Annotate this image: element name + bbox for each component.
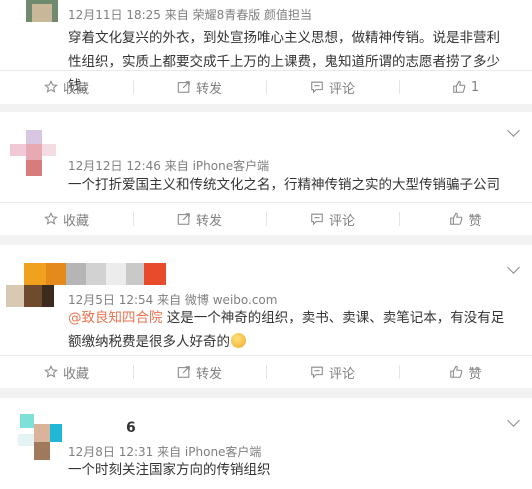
repost-button[interactable]: 转发 bbox=[133, 71, 266, 103]
repost-icon bbox=[177, 213, 190, 225]
like-label: 赞 bbox=[468, 366, 482, 382]
like-label: 赞 bbox=[468, 213, 482, 229]
like-button[interactable]: 赞 bbox=[399, 203, 532, 235]
comment-icon bbox=[311, 213, 323, 226]
star-icon bbox=[44, 212, 58, 225]
post-text: @致良知四合院 这是一个神奇的组织，卖书、卖课、卖笔记本，有没有足额缴纳税费是很… bbox=[68, 306, 508, 354]
avatar[interactable] bbox=[6, 285, 54, 307]
smirk-emoji-icon bbox=[231, 333, 246, 348]
chevron-down-icon[interactable] bbox=[507, 261, 520, 274]
chevron-down-icon[interactable] bbox=[507, 124, 520, 137]
comment-button[interactable]: 评论 bbox=[266, 71, 399, 103]
weibo-comment-card: 12月12日 12:46 来自 iPhone客户端 一个打折爱国主义和传统文化之… bbox=[0, 112, 532, 235]
like-button[interactable]: 1 bbox=[399, 71, 532, 103]
comment-label: 评论 bbox=[328, 366, 355, 382]
weibo-comment-card: 6 12月8日 12:31 来自 iPhone客户端 一个时刻关注国家方向的传销… bbox=[0, 398, 532, 489]
post-text: 一个时刻关注国家方向的传销组织 bbox=[68, 462, 271, 478]
action-bar: 收藏 转发 评论 赞 bbox=[0, 355, 532, 388]
avatar[interactable] bbox=[10, 130, 58, 178]
weibo-comment-card: 12月11日 18:25 来自 荣耀8青春版 颜值担当 穿着文化复兴的外衣，到处… bbox=[0, 0, 532, 104]
star-icon bbox=[44, 80, 58, 93]
thumbs-up-icon bbox=[450, 212, 463, 225]
repost-icon bbox=[177, 366, 190, 378]
favorite-label: 收藏 bbox=[62, 81, 89, 97]
post-text: 一个打折爱国主义和传统文化之名，行精神传销之实的大型传销骗子公司 bbox=[68, 177, 500, 193]
comment-icon bbox=[311, 81, 323, 94]
action-bar: 收藏 转发 评论 赞 bbox=[0, 202, 532, 235]
star-icon bbox=[44, 365, 58, 378]
repost-label: 转发 bbox=[195, 213, 222, 229]
avatar[interactable] bbox=[10, 0, 58, 26]
favorite-button[interactable]: 收藏 bbox=[0, 71, 133, 103]
avatar[interactable] bbox=[14, 414, 62, 462]
comment-label: 评论 bbox=[328, 213, 355, 229]
thumbs-up-icon bbox=[450, 365, 463, 378]
chevron-down-icon[interactable] bbox=[507, 414, 520, 427]
favorite-label: 收藏 bbox=[62, 213, 89, 229]
thumbs-up-icon bbox=[453, 80, 466, 93]
repost-label: 转发 bbox=[195, 366, 222, 382]
like-button[interactable]: 赞 bbox=[399, 356, 532, 388]
comment-icon bbox=[311, 366, 323, 379]
favorite-label: 收藏 bbox=[62, 366, 89, 382]
comment-label: 评论 bbox=[328, 81, 355, 97]
user-mention-link[interactable]: @致良知四合院 bbox=[68, 310, 163, 326]
comment-button[interactable]: 评论 bbox=[266, 203, 399, 235]
repost-icon bbox=[177, 81, 190, 93]
repost-button[interactable]: 转发 bbox=[133, 356, 266, 388]
favorite-button[interactable]: 收藏 bbox=[0, 203, 133, 235]
weibo-comment-card: 12月5日 12:54 来自 微博 weibo.com @致良知四合院 这是一个… bbox=[0, 245, 532, 388]
post-meta: 12月11日 18:25 来自 荣耀8青春版 颜值担当 bbox=[68, 8, 313, 22]
like-count: 1 bbox=[470, 79, 480, 95]
username[interactable]: 6 bbox=[126, 420, 136, 436]
username-redacted bbox=[0, 263, 170, 285]
comment-button[interactable]: 评论 bbox=[266, 356, 399, 388]
repost-label: 转发 bbox=[195, 81, 222, 97]
repost-button[interactable]: 转发 bbox=[133, 203, 266, 235]
favorite-button[interactable]: 收藏 bbox=[0, 356, 133, 388]
action-bar: 收藏 转发 评论 1 bbox=[0, 70, 532, 103]
post-meta: 12月12日 12:46 来自 iPhone客户端 bbox=[68, 159, 270, 173]
